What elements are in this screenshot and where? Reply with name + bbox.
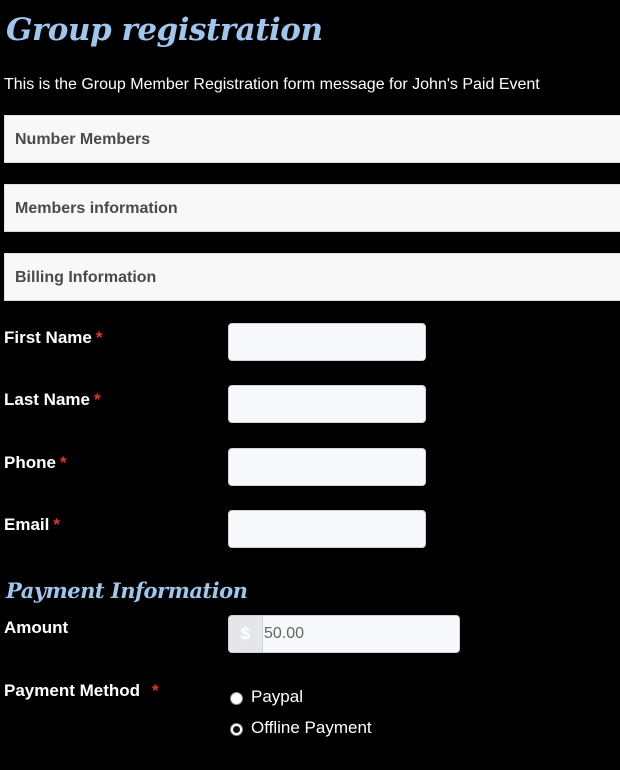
required-marker: * <box>152 681 159 700</box>
amount-label: Amount <box>4 618 69 637</box>
phone-input[interactable] <box>228 448 426 486</box>
section-number-members[interactable]: Number Members <box>4 115 620 163</box>
section-members-information[interactable]: Members information <box>4 184 620 232</box>
phone-label: Phone * <box>4 453 67 473</box>
form-intro-message: This is the Group Member Registration fo… <box>4 76 540 93</box>
required-marker: * <box>95 328 103 347</box>
required-marker: * <box>53 515 60 534</box>
offline-payment-radio[interactable] <box>230 723 243 736</box>
section-label: Number Members <box>15 131 151 148</box>
payment-method-label: Payment Method * <box>4 681 159 701</box>
payment-information-heading: Payment Information <box>6 578 248 603</box>
last-name-input[interactable] <box>228 385 426 423</box>
phone-label-text: Phone <box>4 453 56 472</box>
currency-addon: $ <box>228 615 263 653</box>
page-title: Group registration <box>6 12 323 48</box>
paypal-radio[interactable] <box>230 692 243 705</box>
last-name-label-text: Last Name <box>4 390 90 409</box>
last-name-label: Last Name * <box>4 390 101 410</box>
payment-method-label-text: Payment Method <box>4 681 141 700</box>
email-input[interactable] <box>228 510 426 548</box>
first-name-label: First Name * <box>4 328 103 348</box>
offline-payment-radio-label[interactable]: Offline Payment <box>251 718 372 738</box>
paypal-radio-label[interactable]: Paypal <box>251 687 303 707</box>
section-label: Billing Information <box>15 269 157 286</box>
section-billing-information[interactable]: Billing Information <box>4 253 620 301</box>
section-label: Members information <box>15 200 178 217</box>
amount-input-group: $ <box>228 615 460 653</box>
required-marker: * <box>59 453 67 472</box>
first-name-input[interactable] <box>228 323 426 361</box>
first-name-label-text: First Name <box>4 328 92 347</box>
amount-input[interactable] <box>262 615 460 653</box>
email-label-text: Email <box>4 515 50 534</box>
email-label: Email * <box>4 515 60 535</box>
required-marker: * <box>93 390 101 409</box>
